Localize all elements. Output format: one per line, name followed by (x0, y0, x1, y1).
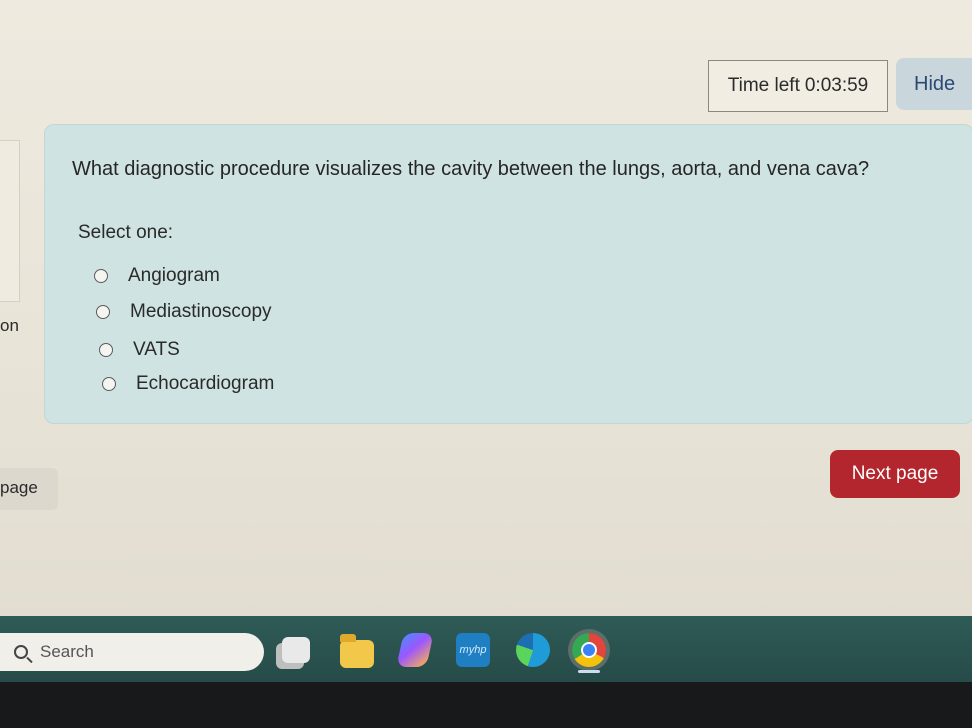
myhp-icon[interactable]: myhp (456, 633, 490, 667)
option-label: Mediastinoscopy (130, 301, 272, 322)
taskbar-search-box[interactable]: Search (0, 633, 264, 671)
radio-button[interactable] (102, 377, 116, 391)
question-text: What diagnostic procedure visualizes the… (72, 158, 870, 180)
file-explorer-icon[interactable] (340, 634, 374, 668)
quiz-navigation-panel (0, 140, 20, 302)
time-left-label: Time left (727, 75, 800, 96)
hide-timer-button[interactable]: Hide (896, 58, 972, 110)
radio-button[interactable] (99, 343, 113, 357)
search-icon (14, 645, 28, 659)
nav-label-fragment: on (0, 316, 19, 335)
radio-button[interactable] (96, 305, 110, 319)
select-one-label: Select one: (78, 222, 174, 243)
edge-icon[interactable] (516, 633, 550, 667)
radio-button[interactable] (94, 269, 108, 283)
chrome-icon[interactable] (572, 633, 606, 667)
option-vats[interactable]: VATS (99, 339, 180, 361)
previous-page-label: page (0, 478, 38, 497)
task-view-icon[interactable] (282, 637, 310, 663)
time-left-box: Time left 0:03:59 (708, 60, 888, 112)
option-label: Angiogram (128, 265, 220, 286)
active-app-indicator (578, 670, 600, 673)
option-echocardiogram[interactable]: Echocardiogram (102, 373, 274, 395)
search-label: Search (40, 642, 94, 661)
option-label: Echocardiogram (136, 373, 275, 394)
monitor-bezel (0, 682, 972, 728)
option-mediastinoscopy[interactable]: Mediastinoscopy (96, 301, 272, 323)
option-angiogram[interactable]: Angiogram (94, 265, 220, 287)
option-label: VATS (133, 339, 180, 360)
next-page-button[interactable]: Next page (830, 450, 960, 498)
time-left-value: 0:03:59 (804, 75, 869, 96)
